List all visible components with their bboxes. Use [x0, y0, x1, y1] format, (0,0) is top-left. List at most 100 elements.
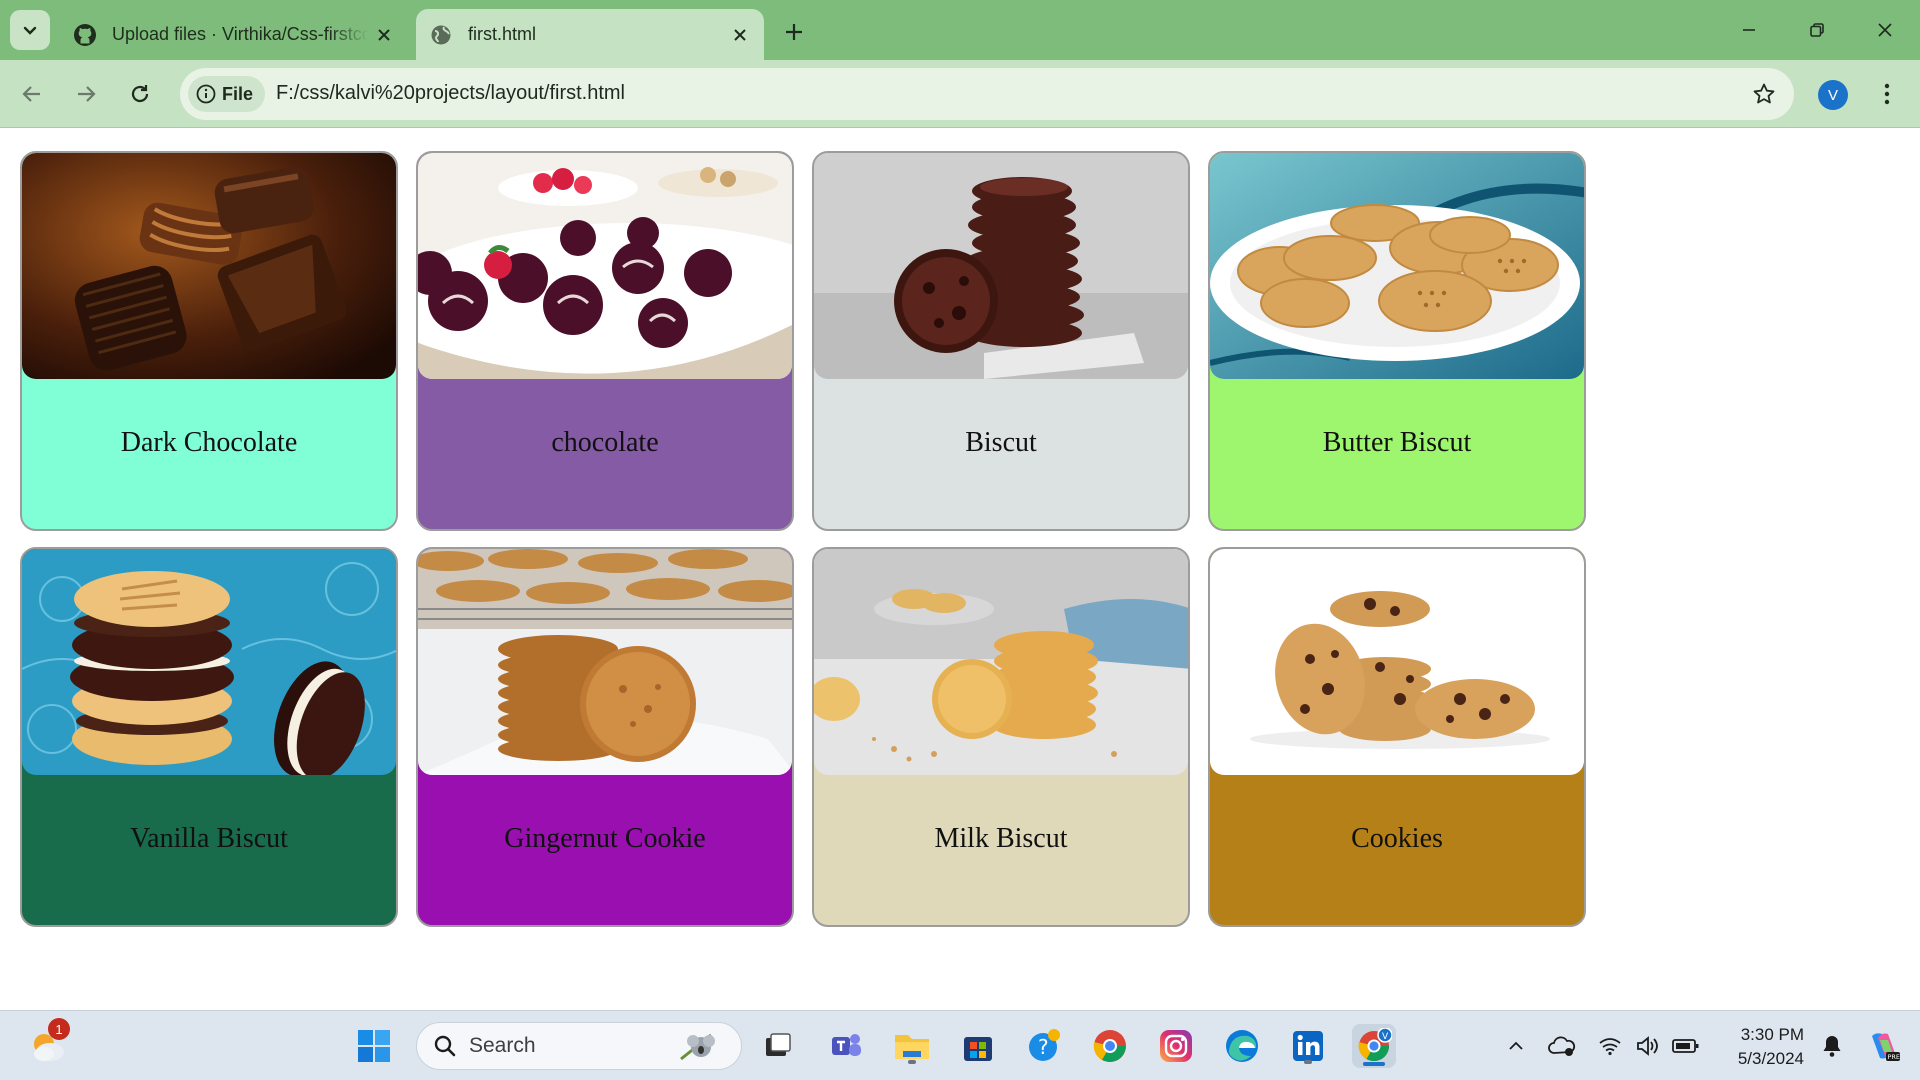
github-icon — [72, 22, 98, 48]
bell-icon — [1823, 1036, 1841, 1057]
site-info-chip[interactable]: File — [188, 76, 266, 112]
chocolate-truffles-photo — [418, 153, 792, 379]
tab-first-html[interactable]: first.html — [416, 9, 764, 60]
windows-start-icon — [358, 1030, 390, 1062]
battery-tray[interactable] — [1668, 1024, 1704, 1068]
start-button[interactable] — [352, 1024, 396, 1068]
tab-upload-files[interactable]: Upload files · Virthika/Css-firstcode — [62, 9, 408, 60]
notifications-button[interactable] — [1814, 1024, 1850, 1068]
vanilla-sandwich-biscuit-photo — [22, 549, 396, 775]
bookmark-star-icon[interactable] — [1750, 80, 1778, 108]
microsoft-store-button[interactable] — [956, 1024, 1000, 1068]
biscuit-stack-photo — [814, 153, 1188, 379]
restore-button[interactable] — [1784, 8, 1850, 52]
close-tab-icon[interactable] — [724, 19, 756, 51]
close-window-button[interactable] — [1852, 8, 1918, 52]
arrow-left-icon — [22, 86, 40, 102]
battery-icon — [1672, 1039, 1699, 1053]
instagram-button[interactable] — [1154, 1024, 1198, 1068]
copilot-button[interactable]: PRE — [1862, 1024, 1906, 1068]
card-label: Gingernut Cookie — [504, 823, 706, 854]
teams-icon — [832, 1034, 861, 1056]
product-card: chocolate — [416, 151, 794, 531]
url-text[interactable]: F:/css/kalvi%20projects/layout/first.htm… — [276, 82, 625, 105]
microsoft-store-icon — [964, 1037, 992, 1061]
show-hidden-icons-button[interactable] — [1494, 1024, 1538, 1068]
butter-biscuit-plate-photo — [1210, 153, 1584, 379]
profile-avatar[interactable]: V — [1818, 80, 1848, 110]
wifi-tray[interactable] — [1592, 1024, 1628, 1068]
product-card: Butter Biscut — [1208, 151, 1586, 531]
forward-button[interactable] — [66, 74, 106, 114]
get-help-button[interactable]: ? — [1022, 1024, 1066, 1068]
minimize-button[interactable] — [1716, 8, 1782, 52]
tab-search-button[interactable] — [10, 10, 50, 50]
task-view-button[interactable] — [756, 1024, 800, 1068]
chrome-profile-icon: V — [1358, 1028, 1392, 1062]
minimize-icon — [1743, 29, 1755, 31]
edge-icon — [1226, 1030, 1258, 1062]
chevron-down-icon — [23, 26, 37, 35]
search-placeholder: Search — [469, 1034, 536, 1057]
address-bar[interactable]: File F:/css/kalvi%20projects/layout/firs… — [180, 68, 1794, 120]
info-icon — [196, 84, 216, 104]
chrome-button[interactable] — [1088, 1024, 1132, 1068]
weather-widget[interactable]: 1 — [26, 1018, 70, 1068]
chevron-up-icon — [1509, 1041, 1523, 1050]
instagram-icon — [1160, 1030, 1192, 1062]
onedrive-cloud-icon — [1548, 1036, 1576, 1056]
product-card: Gingernut Cookie — [416, 547, 794, 927]
card-label: chocolate — [551, 427, 659, 458]
gingernut-cookie-photo — [418, 549, 792, 775]
search-icon — [434, 1035, 456, 1057]
restore-icon — [1810, 23, 1824, 37]
kebab-menu-icon — [1884, 83, 1890, 105]
card-label: Vanilla Biscut — [130, 823, 288, 854]
plus-icon — [786, 24, 802, 40]
notification-badge: 1 — [48, 1018, 70, 1040]
clock-time: 3:30 PM — [1740, 1025, 1804, 1044]
close-tab-icon[interactable] — [368, 19, 400, 51]
chrome-icon — [1093, 1030, 1126, 1062]
teams-button[interactable] — [824, 1024, 868, 1068]
volume-tray[interactable] — [1630, 1024, 1666, 1068]
tab-title: first.html — [468, 24, 537, 44]
product-card: Milk Biscut — [812, 547, 1190, 927]
arrow-right-icon — [78, 86, 96, 102]
linkedin-button[interactable] — [1286, 1024, 1330, 1068]
product-card: Biscut — [812, 151, 1190, 531]
reload-button[interactable] — [120, 74, 160, 114]
active-indicator — [1363, 1062, 1385, 1066]
taskbar-search-box[interactable]: Search — [416, 1022, 742, 1070]
file-explorer-button[interactable] — [890, 1024, 934, 1068]
reload-icon — [131, 85, 149, 103]
clock-date: 5/3/2024 — [1737, 1049, 1804, 1068]
chrome-profile-button[interactable]: V — [1352, 1024, 1396, 1068]
browser-tab-strip: Upload files · Virthika/Css-firstcode fi… — [0, 0, 1920, 60]
tab-title: Upload files · Virthika/Css-firstcode — [112, 24, 368, 44]
speaker-icon — [1637, 1036, 1658, 1056]
clock[interactable]: 3:30 PM 5/3/2024 — [1716, 1023, 1804, 1071]
milk-biscuit-photo — [814, 549, 1188, 775]
product-card: Cookies — [1208, 547, 1586, 927]
get-help-icon: ? — [1029, 1029, 1060, 1061]
wifi-icon — [1599, 1038, 1621, 1056]
running-indicator — [1304, 1060, 1312, 1064]
new-tab-button[interactable] — [776, 14, 812, 50]
koala-highlight-icon — [680, 1033, 715, 1061]
dark-chocolate-photo — [22, 153, 396, 379]
card-label: Butter Biscut — [1322, 427, 1472, 458]
copilot-icon: PRE — [1872, 1033, 1900, 1061]
linkedin-icon — [1293, 1031, 1323, 1061]
edge-button[interactable] — [1220, 1024, 1264, 1068]
back-button[interactable] — [12, 74, 52, 114]
chocolate-chip-cookies-photo — [1210, 549, 1584, 775]
svg-text:V: V — [1382, 1032, 1389, 1042]
card-label: Milk Biscut — [934, 823, 1068, 854]
globe-icon — [428, 22, 454, 48]
close-icon — [1878, 23, 1892, 37]
onedrive-tray[interactable] — [1542, 1024, 1582, 1068]
product-card: Vanilla Biscut — [20, 547, 398, 927]
browser-menu-button[interactable] — [1870, 76, 1904, 112]
task-view-icon — [766, 1033, 791, 1056]
